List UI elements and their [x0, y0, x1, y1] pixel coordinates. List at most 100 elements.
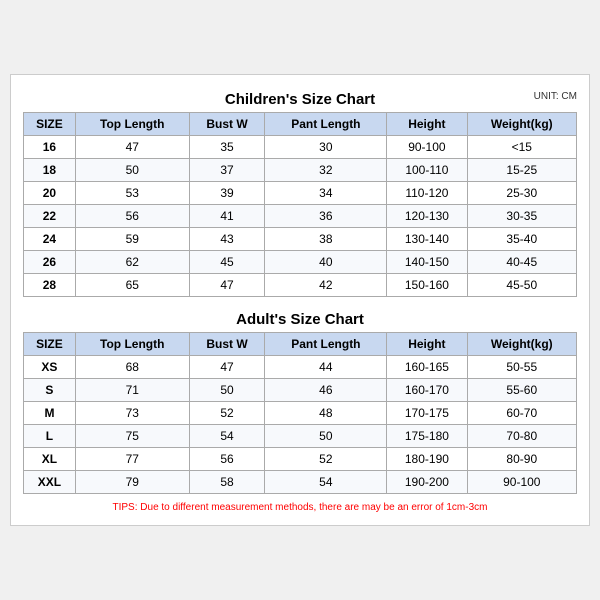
table-cell: 120-130 [387, 205, 467, 228]
table-cell: 47 [75, 136, 189, 159]
table-cell: 60-70 [467, 402, 576, 425]
table-cell: 45 [189, 251, 265, 274]
table-cell: 40-45 [467, 251, 576, 274]
table-cell: <15 [467, 136, 576, 159]
col-header-top-length: Top Length [75, 113, 189, 136]
table-cell: 35 [189, 136, 265, 159]
table-cell: 58 [189, 471, 265, 494]
table-row: L755450175-18070-80 [24, 425, 577, 448]
table-cell: 71 [75, 379, 189, 402]
table-cell: 16 [24, 136, 76, 159]
table-cell: 73 [75, 402, 189, 425]
table-cell: 44 [265, 356, 387, 379]
col-header-size: SIZE [24, 113, 76, 136]
table-cell: 180-190 [387, 448, 467, 471]
table-cell: 30 [265, 136, 387, 159]
table-cell: 50 [265, 425, 387, 448]
adult-header-row: SIZE Top Length Bust W Pant Length Heigh… [24, 333, 577, 356]
col-header-weight: Weight(kg) [467, 113, 576, 136]
adult-col-header-pant-length: Pant Length [265, 333, 387, 356]
children-title-text: Children's Size Chart [225, 91, 375, 108]
table-cell: 190-200 [387, 471, 467, 494]
table-cell: 130-140 [387, 228, 467, 251]
children-size-table: SIZE Top Length Bust W Pant Length Heigh… [23, 112, 577, 297]
table-cell: 100-110 [387, 159, 467, 182]
chart-container: Children's Size Chart UNIT: CM SIZE Top … [10, 74, 590, 526]
table-cell: 47 [189, 356, 265, 379]
table-cell: 53 [75, 182, 189, 205]
table-cell: 90-100 [387, 136, 467, 159]
table-row: S715046160-17055-60 [24, 379, 577, 402]
table-cell: 38 [265, 228, 387, 251]
table-cell: 62 [75, 251, 189, 274]
table-cell: 80-90 [467, 448, 576, 471]
unit-label: UNIT: CM [534, 91, 577, 102]
table-cell: 54 [265, 471, 387, 494]
col-header-pant-length: Pant Length [265, 113, 387, 136]
table-cell: 41 [189, 205, 265, 228]
adult-col-header-bust-w: Bust W [189, 333, 265, 356]
table-cell: XL [24, 448, 76, 471]
table-row: 26624540140-15040-45 [24, 251, 577, 274]
table-row: M735248170-17560-70 [24, 402, 577, 425]
table-cell: 160-165 [387, 356, 467, 379]
table-cell: 15-25 [467, 159, 576, 182]
table-cell: 140-150 [387, 251, 467, 274]
table-cell: 75 [75, 425, 189, 448]
table-cell: 50-55 [467, 356, 576, 379]
table-cell: 50 [189, 379, 265, 402]
table-cell: 175-180 [387, 425, 467, 448]
table-cell: 32 [265, 159, 387, 182]
table-cell: 79 [75, 471, 189, 494]
table-cell: 45-50 [467, 274, 576, 297]
table-cell: L [24, 425, 76, 448]
adult-title-text: Adult's Size Chart [236, 311, 364, 328]
adult-section: Adult's Size Chart SIZE Top Length Bust … [23, 305, 577, 494]
table-cell: 20 [24, 182, 76, 205]
table-cell: 68 [75, 356, 189, 379]
table-cell: XXL [24, 471, 76, 494]
table-row: 28654742150-16045-50 [24, 274, 577, 297]
table-cell: 24 [24, 228, 76, 251]
table-cell: 59 [75, 228, 189, 251]
table-cell: 34 [265, 182, 387, 205]
table-cell: S [24, 379, 76, 402]
table-cell: 52 [265, 448, 387, 471]
table-cell: 42 [265, 274, 387, 297]
table-cell: 18 [24, 159, 76, 182]
table-cell: 56 [189, 448, 265, 471]
table-cell: 48 [265, 402, 387, 425]
table-row: 18503732100-11015-25 [24, 159, 577, 182]
adult-size-table: SIZE Top Length Bust W Pant Length Heigh… [23, 332, 577, 494]
col-header-height: Height [387, 113, 467, 136]
table-cell: 25-30 [467, 182, 576, 205]
table-cell: 46 [265, 379, 387, 402]
table-cell: 77 [75, 448, 189, 471]
table-row: 20533934110-12025-30 [24, 182, 577, 205]
adult-col-header-size: SIZE [24, 333, 76, 356]
children-section-title: Children's Size Chart UNIT: CM [23, 85, 577, 112]
table-cell: 65 [75, 274, 189, 297]
table-cell: XS [24, 356, 76, 379]
table-row: XXL795854190-20090-100 [24, 471, 577, 494]
table-cell: 160-170 [387, 379, 467, 402]
col-header-bust-w: Bust W [189, 113, 265, 136]
adult-col-header-height: Height [387, 333, 467, 356]
table-cell: 35-40 [467, 228, 576, 251]
table-cell: 150-160 [387, 274, 467, 297]
table-cell: 43 [189, 228, 265, 251]
table-cell: 39 [189, 182, 265, 205]
table-cell: 26 [24, 251, 76, 274]
table-cell: 28 [24, 274, 76, 297]
table-row: 1647353090-100<15 [24, 136, 577, 159]
table-row: XL775652180-19080-90 [24, 448, 577, 471]
table-cell: 110-120 [387, 182, 467, 205]
table-cell: 40 [265, 251, 387, 274]
table-cell: 36 [265, 205, 387, 228]
table-cell: 22 [24, 205, 76, 228]
table-cell: 37 [189, 159, 265, 182]
adult-col-header-top-length: Top Length [75, 333, 189, 356]
table-cell: 47 [189, 274, 265, 297]
table-cell: M [24, 402, 76, 425]
table-row: 24594338130-14035-40 [24, 228, 577, 251]
